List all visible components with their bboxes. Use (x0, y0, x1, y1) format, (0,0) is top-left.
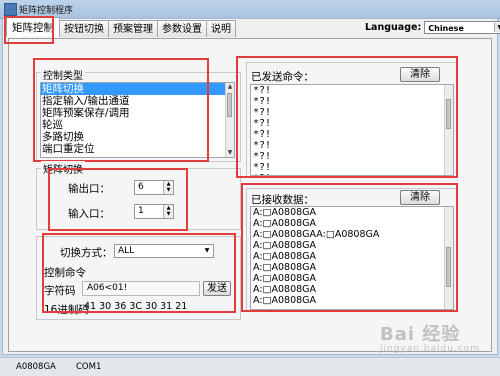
app-icon (4, 3, 17, 16)
highlight-box (241, 183, 458, 312)
watermark-text: Bai 经验 (380, 324, 461, 345)
language-selector: Language: Chinese Simplified ▼ (365, 21, 500, 46)
scroll-up-icon[interactable]: ▲ (226, 83, 234, 91)
status-bar: A0808GA COM1 (0, 357, 500, 376)
scroll-down-icon[interactable]: ▼ (226, 149, 234, 157)
tab-help[interactable]: 说明 (206, 20, 236, 37)
baidu-watermark: Bai 经验 jingyan.baidu.com (380, 320, 480, 354)
status-port: COM1 (76, 362, 102, 372)
scroll-thumb[interactable] (227, 93, 232, 117)
highlight-box (4, 16, 54, 44)
watermark-sub: jingyan.baidu.com (380, 344, 481, 354)
status-device: A0808GA (16, 362, 56, 372)
window-titlebar: 矩阵控制程序 (0, 0, 500, 19)
highlight-box (236, 56, 458, 178)
highlight-box (42, 233, 236, 313)
language-dropdown[interactable]: Chinese Simplified ▼ (424, 21, 500, 46)
tab-parameter-settings[interactable]: 参数设置 (157, 20, 207, 37)
tab-button-switch[interactable]: 按钮切换 (59, 20, 109, 37)
highlight-box (33, 58, 209, 162)
tab-preset-management[interactable]: 预案管理 (108, 20, 158, 37)
language-label: Language: (365, 22, 422, 33)
highlight-box (48, 168, 188, 231)
window-title: 矩阵控制程序 (19, 6, 74, 16)
chevron-down-icon[interactable]: ▼ (494, 23, 500, 32)
list-scrollbar[interactable]: ▲ ▼ (225, 83, 234, 157)
